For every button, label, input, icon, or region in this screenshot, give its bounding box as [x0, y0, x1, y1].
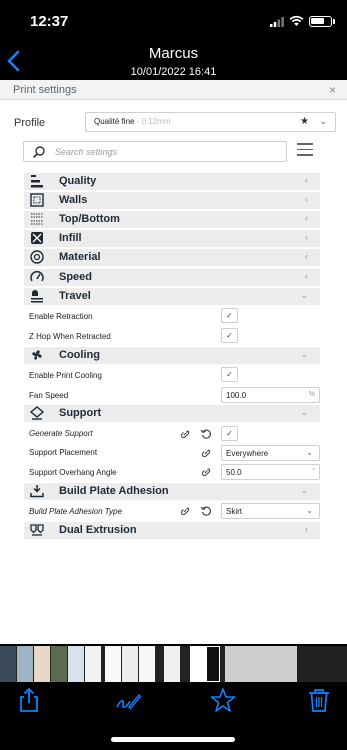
- link-icon[interactable]: [200, 466, 212, 478]
- chevron-down-icon: ⌄: [300, 485, 308, 495]
- status-bar: 12:37: [0, 0, 347, 44]
- chevron-down-icon: ⌄: [319, 116, 327, 126]
- nav-subtitle: 10/01/2022 16:41: [130, 66, 217, 78]
- trash-icon[interactable]: [306, 687, 332, 713]
- battery-icon: [309, 16, 332, 27]
- window-title: Print settings: [13, 84, 77, 96]
- print-settings-titlebar: Print settings ×: [0, 80, 347, 100]
- chevron-down-icon: ⌄: [306, 448, 313, 457]
- chevron-down-icon: ⌄: [300, 349, 308, 359]
- support-overhang-angle-input[interactable]: 50.0 °: [221, 464, 320, 480]
- chevron-left-icon: ‹: [305, 194, 308, 204]
- category-cooling[interactable]: Cooling ⌄: [24, 347, 320, 364]
- chevron-left-icon: ‹: [305, 232, 308, 242]
- thumbnail[interactable]: [68, 646, 84, 682]
- travel-icon: [31, 290, 43, 303]
- battery-nub: [333, 19, 335, 24]
- category-walls[interactable]: Walls ‹: [24, 192, 320, 209]
- enable-retraction-checkbox[interactable]: ✓: [221, 308, 238, 323]
- chevron-down-icon: ⌄: [300, 407, 308, 417]
- cellular-signal-icon: [270, 17, 284, 27]
- chevron-left-icon: ‹: [305, 251, 308, 261]
- status-time: 12:37: [30, 13, 69, 30]
- reset-icon[interactable]: [200, 428, 212, 440]
- link-icon[interactable]: [200, 447, 212, 459]
- enable-print-cooling-label: Enable Print Cooling: [29, 371, 102, 380]
- markup-icon[interactable]: [115, 687, 141, 713]
- link-icon[interactable]: [179, 505, 191, 517]
- profile-value: Qualité fine - 0.12mm: [94, 117, 171, 126]
- enable-print-cooling-checkbox[interactable]: ✓: [221, 367, 238, 382]
- thumbnail[interactable]: [105, 646, 121, 682]
- category-build-plate-adhesion[interactable]: Build Plate Adhesion ⌄: [24, 483, 320, 500]
- chevron-left-icon: ‹: [305, 271, 308, 281]
- star-favorite-icon[interactable]: [210, 687, 236, 713]
- infill-icon: [31, 232, 43, 244]
- build-plate-adhesion-type-label: Build Plate Adhesion Type: [29, 507, 122, 516]
- fan-speed-label: Fan Speed: [29, 391, 69, 400]
- quality-icon: [31, 175, 43, 188]
- build-plate-icon: [30, 485, 44, 498]
- dual-extrusion-icon: [30, 524, 44, 536]
- thumbnail[interactable]: [164, 646, 180, 682]
- link-icon[interactable]: [179, 428, 191, 440]
- search-placeholder: Search settings: [55, 147, 118, 157]
- material-icon: [30, 250, 44, 264]
- close-icon[interactable]: ×: [329, 83, 336, 97]
- thumbnail[interactable]: [51, 646, 67, 682]
- photo-viewer[interactable]: Print settings × Profile Qualité fine - …: [0, 80, 347, 644]
- chevron-down-icon: ⌄: [300, 290, 308, 300]
- walls-icon: [30, 193, 44, 207]
- category-top-bottom[interactable]: Top/Bottom ‹: [24, 211, 320, 228]
- thumbnail[interactable]: [17, 646, 33, 682]
- category-material[interactable]: Material ‹: [24, 249, 320, 266]
- category-support[interactable]: Support ⌄: [24, 405, 320, 422]
- generate-support-checkbox[interactable]: ✓: [221, 426, 238, 441]
- reset-icon[interactable]: [200, 505, 212, 517]
- thumbnail[interactable]: [0, 646, 16, 682]
- z-hop-label: Z Hop When Retracted: [29, 332, 111, 341]
- generate-support-label: Generate Support: [29, 429, 93, 438]
- hamburger-menu-icon[interactable]: [297, 143, 313, 157]
- support-icon: [30, 406, 44, 420]
- build-plate-adhesion-type-dropdown[interactable]: Skirt ⌄: [221, 503, 320, 519]
- home-indicator[interactable]: [111, 737, 235, 742]
- support-placement-label: Support Placement: [29, 448, 98, 457]
- star-icon[interactable]: ★: [300, 116, 309, 127]
- thumbnail[interactable]: [190, 646, 206, 682]
- category-infill[interactable]: Infill ‹: [24, 230, 320, 247]
- thumbnail[interactable]: [34, 646, 50, 682]
- chevron-left-icon: ‹: [305, 213, 308, 223]
- profile-label: Profile: [14, 117, 46, 129]
- top-bottom-icon: [31, 213, 43, 225]
- search-input[interactable]: Search settings: [23, 141, 287, 162]
- chevron-left-icon: ‹: [305, 175, 308, 185]
- fan-speed-input[interactable]: 100.0 %: [221, 387, 320, 403]
- category-dual-extrusion[interactable]: Dual Extrusion ‹: [24, 522, 320, 539]
- thumbnail[interactable]: [225, 646, 297, 682]
- category-travel[interactable]: Travel ⌄: [24, 288, 320, 305]
- search-icon: [32, 146, 45, 159]
- thumbnail[interactable]: [139, 646, 155, 682]
- chevron-left-icon: ‹: [305, 524, 308, 534]
- share-icon[interactable]: [16, 687, 42, 713]
- speed-icon: [30, 271, 44, 282]
- z-hop-checkbox[interactable]: ✓: [221, 328, 238, 343]
- thumbnail-selected[interactable]: [206, 646, 220, 682]
- wifi-icon: [289, 15, 304, 26]
- enable-retraction-label: Enable Retraction: [29, 312, 93, 321]
- thumbnail-strip[interactable]: [0, 646, 347, 682]
- thumbnail[interactable]: [122, 646, 138, 682]
- category-speed[interactable]: Speed ‹: [24, 269, 320, 286]
- support-overhang-angle-label: Support Overhang Angle: [29, 468, 117, 477]
- cooling-fan-icon: [32, 350, 42, 360]
- chevron-down-icon: ⌄: [306, 506, 313, 515]
- category-quality[interactable]: Quality ‹: [24, 173, 320, 190]
- thumbnail[interactable]: [85, 646, 101, 682]
- profile-dropdown[interactable]: Qualité fine - 0.12mm ★ ⌄: [85, 112, 336, 132]
- support-placement-dropdown[interactable]: Everywhere ⌄: [221, 445, 320, 461]
- nav-title: Marcus: [148, 45, 199, 62]
